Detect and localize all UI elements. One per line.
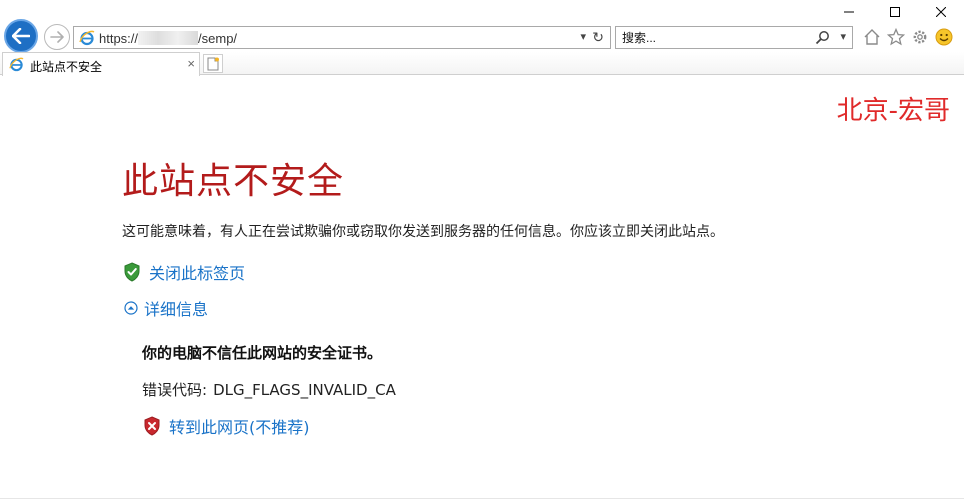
search-box[interactable]: ▾ bbox=[615, 26, 853, 49]
maximize-icon bbox=[890, 7, 900, 17]
tab-active[interactable]: 此站点不安全 × bbox=[2, 52, 200, 76]
settings-gear-icon[interactable] bbox=[910, 27, 930, 47]
url-scheme: https:// bbox=[99, 31, 139, 46]
back-button[interactable] bbox=[4, 19, 38, 53]
tab-label: 此站点不安全 bbox=[30, 60, 103, 74]
forward-icon bbox=[50, 31, 64, 43]
tab-close-icon[interactable]: × bbox=[187, 56, 195, 71]
details-heading: 你的电脑不信任此网站的安全证书。 bbox=[142, 344, 383, 362]
favorites-star-icon[interactable] bbox=[886, 27, 906, 47]
smiley-feedback-icon[interactable] bbox=[934, 27, 954, 47]
ie-icon bbox=[79, 30, 95, 46]
details-toggle-link[interactable]: 详细信息 bbox=[124, 296, 208, 320]
proceed-unsafe-link[interactable]: 转到此网页(不推荐) bbox=[143, 414, 310, 438]
url-path: /semp/ bbox=[198, 31, 238, 46]
chevron-up-circle-icon bbox=[124, 301, 138, 315]
close-icon bbox=[936, 7, 946, 17]
new-tab-icon bbox=[207, 57, 219, 70]
refresh-icon[interactable]: ↻ bbox=[592, 29, 604, 46]
close-tab-link-label: 关闭此标签页 bbox=[149, 264, 246, 283]
search-input[interactable] bbox=[622, 30, 812, 46]
maximize-button[interactable] bbox=[872, 0, 918, 24]
window-controls bbox=[826, 0, 964, 24]
back-icon bbox=[12, 28, 30, 44]
search-icon[interactable] bbox=[815, 30, 830, 45]
minimize-button[interactable] bbox=[826, 0, 872, 24]
url-host-redacted bbox=[138, 31, 199, 45]
ie-icon bbox=[9, 57, 24, 72]
search-dropdown-icon[interactable]: ▾ bbox=[840, 30, 846, 43]
minimize-icon bbox=[844, 11, 854, 13]
error-code-value: DLG_FLAGS_INVALID_CA bbox=[213, 381, 396, 399]
watermark-text: 北京-宏哥 bbox=[836, 96, 950, 126]
home-icon[interactable] bbox=[862, 27, 882, 47]
url-text: https:// /semp/ bbox=[99, 31, 237, 46]
close-window-button[interactable] bbox=[918, 0, 964, 24]
browser-toolbar: https:// /semp/ ▾ ↻ ▾ bbox=[0, 0, 964, 53]
address-bar[interactable]: https:// /semp/ ▾ ↻ bbox=[73, 26, 611, 49]
new-tab-button[interactable] bbox=[203, 54, 223, 73]
details-toggle-label: 详细信息 bbox=[144, 300, 209, 319]
error-code-line: 错误代码: DLG_FLAGS_INVALID_CA bbox=[142, 379, 396, 400]
warning-message: 这可能意味着，有人正在尝试欺骗你或窃取你发送到服务器的任何信息。你应该立即关闭此… bbox=[122, 224, 724, 240]
toolbar-icons bbox=[862, 27, 954, 47]
tab-strip: 此站点不安全 × bbox=[0, 52, 964, 76]
address-dropdown-icon[interactable]: ▾ bbox=[580, 30, 586, 43]
forward-button[interactable] bbox=[44, 24, 70, 50]
error-code-label: 错误代码: bbox=[142, 381, 208, 399]
proceed-unsafe-label: 转到此网页(不推荐) bbox=[169, 418, 310, 437]
close-tab-link[interactable]: 关闭此标签页 bbox=[123, 260, 245, 284]
red-shield-x-icon bbox=[143, 416, 161, 436]
green-shield-check-icon bbox=[123, 262, 141, 282]
page-title: 此站点不安全 bbox=[122, 161, 345, 202]
